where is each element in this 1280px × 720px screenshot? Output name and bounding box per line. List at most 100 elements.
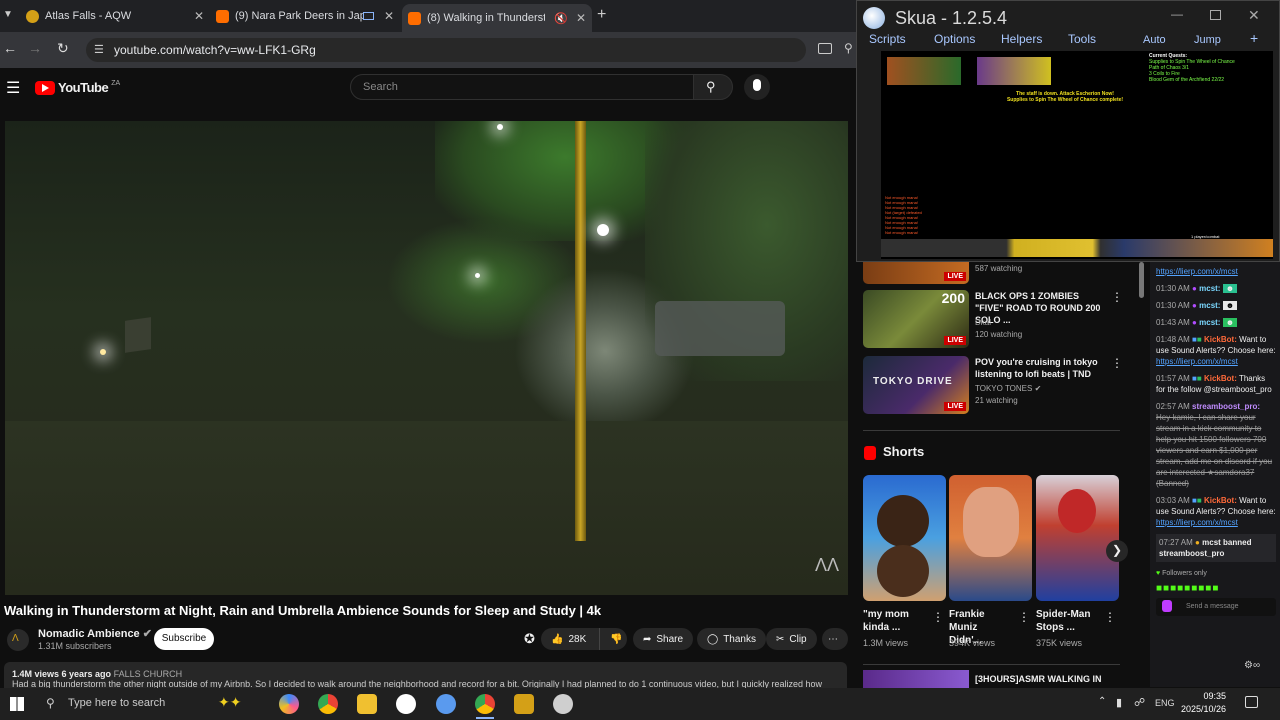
divider: [863, 664, 1120, 665]
badge-icon: ●: [1192, 284, 1197, 293]
recommendation-item[interactable]: 200 LIVE BLACK OPS 1 ZOMBIES "FIVE" ROAD…: [863, 290, 1123, 348]
live-badge: LIVE: [944, 272, 966, 281]
emote-picker-icon[interactable]: [1162, 600, 1172, 612]
tab-atlas-falls[interactable]: Atlas Falls - AQW ✕: [20, 4, 210, 28]
new-tab-icon[interactable]: +: [597, 6, 606, 24]
emote-bar[interactable]: ■■■■■■■■■: [1156, 583, 1276, 594]
thanks-button[interactable]: ◯ Thanks: [697, 628, 766, 650]
voice-search-button[interactable]: [744, 74, 770, 100]
short-thumbnail[interactable]: [949, 475, 1032, 601]
settings-icon[interactable]: ⚙∞: [1244, 660, 1260, 671]
aqw-icon[interactable]: [514, 694, 534, 714]
url-field[interactable]: ☰ youtube.com/watch?v=ww-LFK1-GRg: [86, 38, 806, 62]
video-player[interactable]: ΛΛ: [5, 121, 848, 595]
next-arrow-button[interactable]: ❯: [1106, 540, 1128, 562]
chat-input[interactable]: Send a message: [1156, 598, 1276, 616]
close-icon[interactable]: ✕: [194, 9, 204, 23]
scissors-icon: ✂: [776, 633, 785, 645]
video-thumbnail: 200 LIVE: [863, 290, 969, 348]
close-icon[interactable]: ✕: [384, 9, 394, 23]
tray-chevron-icon[interactable]: ⌃: [1098, 696, 1106, 707]
channel-name[interactable]: Nomadic Ambience ✔: [38, 627, 152, 640]
menu-jump[interactable]: Jump: [1194, 34, 1221, 46]
search-button[interactable]: ⚲: [693, 74, 733, 100]
forward-icon[interactable]: →: [28, 40, 42, 56]
close-icon[interactable]: ✕: [1248, 7, 1260, 24]
dislike-button[interactable]: 👎: [599, 628, 627, 650]
menu-scripts[interactable]: Scripts: [869, 32, 906, 46]
game-action-bar[interactable]: [881, 239, 1273, 257]
channel-watermark-icon: ΛΛ: [815, 555, 840, 575]
search-input[interactable]: Search: [350, 74, 694, 100]
system-clock[interactable]: 09:35 2025/10/26: [1181, 690, 1226, 716]
back-icon[interactable]: ←: [3, 40, 17, 56]
like-button[interactable]: 👍 28K: [541, 628, 599, 650]
recommendation-item[interactable]: [3HOURS]ASMR WALKING IN: [863, 670, 1121, 688]
short-title: Spider-Man Stops ...: [1036, 609, 1091, 633]
chat-message: 01:43 AM ● mcst: ☻: [1156, 317, 1276, 328]
skua-icon[interactable]: [553, 694, 573, 714]
language-indicator[interactable]: ENG: [1155, 698, 1175, 708]
menu-add[interactable]: +: [1250, 30, 1258, 46]
url-text: youtube.com/watch?v=ww-LFK1-GRg: [114, 43, 316, 57]
mute-icon[interactable]: 🔇: [554, 12, 568, 25]
taskbar-search[interactable]: ⚲ Type here to search: [40, 693, 200, 715]
menu-tools[interactable]: Tools: [1068, 32, 1096, 46]
site-info-icon[interactable]: ☰: [94, 43, 104, 56]
game-viewport[interactable]: Current Quests: Supplies to Spin The Whe…: [881, 51, 1273, 259]
github-icon[interactable]: [396, 694, 416, 714]
tab-walking-thunderstorm[interactable]: (8) Walking in Thunderstorm 🔇 ✕: [402, 4, 592, 32]
emote-icon: ☻: [1222, 301, 1238, 310]
windows-taskbar: ⚲ Type here to search ✦✦ ⌃ ▮ ☍ ENG 09:35…: [0, 688, 1280, 720]
chat-link[interactable]: https://lierp.com/x/mcst: [1156, 518, 1238, 527]
share-button[interactable]: ➦ Share: [633, 628, 694, 650]
maximize-icon[interactable]: [1210, 10, 1221, 20]
verified-badge-icon: ■: [1196, 335, 1202, 344]
live-badge: LIVE: [944, 402, 966, 411]
scrollbar[interactable]: [1139, 262, 1144, 298]
close-icon[interactable]: ✕: [576, 11, 586, 25]
chat-link[interactable]: https://lierp.com/x/mcst: [1156, 357, 1238, 366]
game-message: The staff is down. Attack Escherion Now!…: [1006, 91, 1124, 103]
more-actions-button[interactable]: ⋯: [822, 628, 848, 650]
short-views: 375K views: [1036, 638, 1083, 648]
remix-icon[interactable]: ✪: [524, 631, 535, 647]
windows-start-icon[interactable]: [10, 697, 24, 711]
menu-icon[interactable]: ☰: [6, 78, 20, 98]
install-app-icon[interactable]: [818, 43, 832, 54]
short-thumbnail[interactable]: [863, 475, 946, 601]
chat-link[interactable]: https://lierp.com/x/mcst: [1156, 267, 1238, 276]
menu-auto[interactable]: Auto: [1143, 34, 1166, 46]
short-thumbnail[interactable]: [1036, 475, 1119, 601]
menu-helpers[interactable]: Helpers: [1001, 32, 1042, 46]
copilot-icon[interactable]: [279, 694, 299, 714]
tab-nara-park[interactable]: (9) Nara Park Deers in Japan ✕: [210, 4, 400, 28]
tab-title: Atlas Falls - AQW: [45, 10, 132, 22]
clip-button[interactable]: ✂ Clip: [766, 628, 817, 650]
thumbs-up-icon: 👍: [551, 633, 564, 645]
more-icon[interactable]: ⋮: [1111, 290, 1123, 304]
reload-icon[interactable]: ↻: [57, 40, 69, 57]
menu-options[interactable]: Options: [934, 32, 975, 46]
more-icon[interactable]: ⋮: [1104, 610, 1116, 624]
channel-avatar[interactable]: Λ: [7, 629, 29, 651]
file-explorer-icon[interactable]: [357, 694, 377, 714]
more-icon[interactable]: ⋮: [1111, 356, 1123, 370]
chrome-active-icon[interactable]: [475, 694, 495, 714]
recommendation-item[interactable]: TOKYO DRIVE LIVE POV you're cruising in …: [863, 356, 1123, 414]
minimize-icon[interactable]: —: [1171, 7, 1183, 21]
more-icon[interactable]: ⋮: [1018, 610, 1030, 624]
tab-list-chevron-icon[interactable]: ▼: [3, 9, 13, 20]
notifications-icon[interactable]: [1245, 696, 1258, 708]
watching-count: 21 watching: [975, 396, 1018, 405]
snipping-tool-icon[interactable]: [436, 694, 456, 714]
chat-message: https://lierp.com/x/mcst: [1156, 266, 1276, 277]
more-icon[interactable]: ⋮: [932, 610, 944, 624]
location-tag: FALLS CHURCH: [113, 669, 183, 679]
youtube-wordmark: YouTube: [58, 80, 109, 95]
more-icon: ⋯: [828, 633, 838, 645]
subscribe-button[interactable]: Subscribe: [154, 628, 214, 650]
zoom-icon[interactable]: ⚲: [844, 41, 853, 55]
chrome-icon[interactable]: [318, 694, 338, 714]
youtube-logo[interactable]: YouTube ZA: [35, 80, 120, 95]
